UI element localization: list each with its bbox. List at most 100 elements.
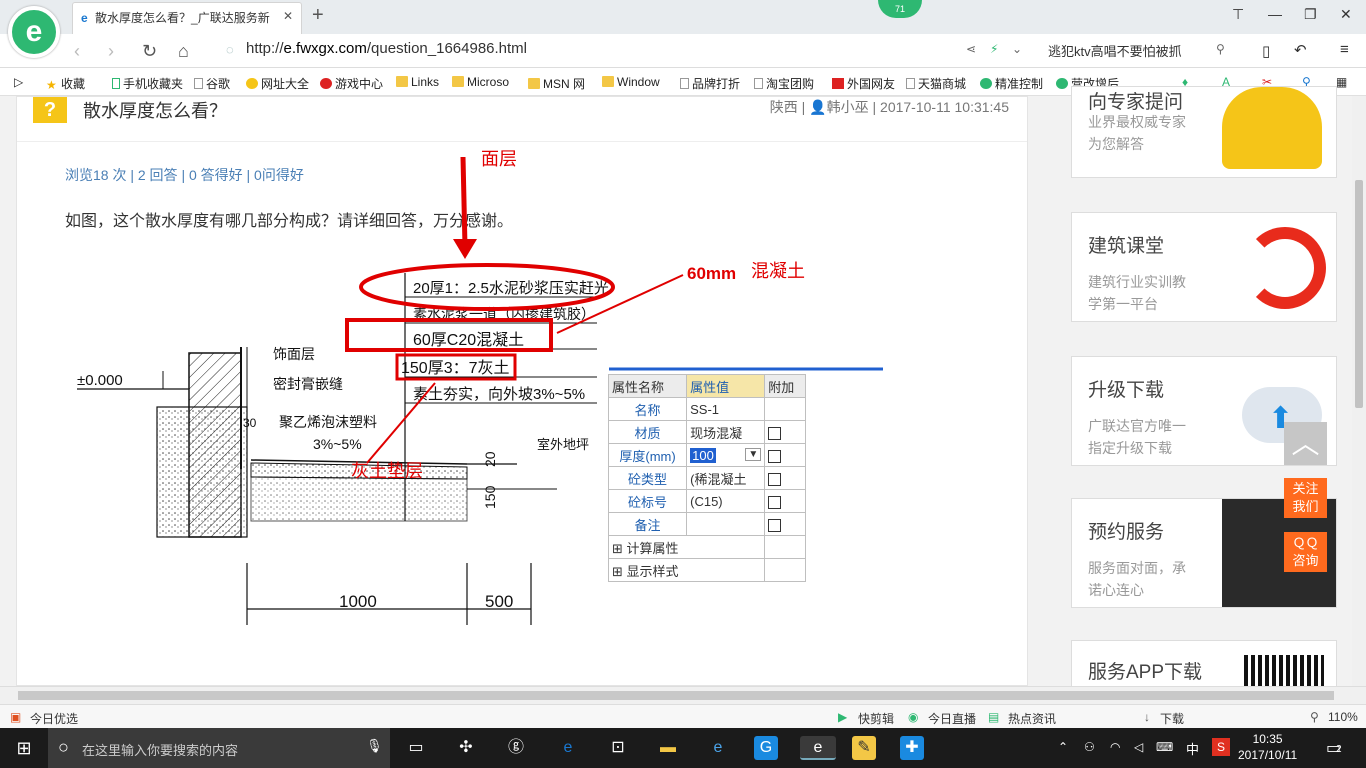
qq-consult-button[interactable]: ＱＱ 咨询 xyxy=(1284,532,1327,572)
download-link[interactable]: 下载 xyxy=(1160,710,1184,727)
checkbox[interactable] xyxy=(768,518,782,532)
quick-clip-link[interactable]: 快剪辑 xyxy=(858,710,894,727)
forward-icon[interactable]: › xyxy=(108,41,114,62)
undo-icon[interactable]: ↶ xyxy=(1294,41,1307,59)
ime-indicator[interactable]: 中 xyxy=(1186,739,1199,758)
group-row[interactable]: ⊞ 显示样式 xyxy=(607,558,806,582)
task-view-icon[interactable]: ▭ xyxy=(404,736,428,760)
lightning-icon[interactable]: ⚡ xyxy=(990,42,998,56)
ie-icon[interactable]: e xyxy=(706,736,730,760)
arrow-shaft xyxy=(366,382,436,464)
search-field[interactable]: 逃犯ktv高唱不要怕被抓 xyxy=(1048,41,1182,60)
menu-icon[interactable]: ≡ xyxy=(1340,41,1349,58)
restore-button[interactable]: ❐ xyxy=(1304,6,1317,23)
search-icon[interactable]: ⚲ xyxy=(1216,42,1225,56)
horizontal-scrollbar[interactable] xyxy=(0,686,1366,704)
value-cell[interactable]: 现场混凝 xyxy=(686,420,766,444)
notes-icon[interactable]: ✎ xyxy=(852,736,876,760)
bookmark-folder[interactable]: Microso xyxy=(452,75,509,89)
table-row[interactable]: 砼标号 (C15) xyxy=(607,489,806,513)
shirt-icon[interactable]: ⊤ xyxy=(1232,6,1244,23)
new-tab-button[interactable]: + xyxy=(312,4,324,27)
checkbox[interactable] xyxy=(768,426,782,440)
browser-tab[interactable]: e 散水厚度怎么看？_广联达服务新 ✕ xyxy=(72,2,302,34)
glodon-icon[interactable]: G xyxy=(754,736,778,760)
card-expert[interactable]: 向专家提问 业界最权威专家 为您解答 xyxy=(1071,86,1337,178)
windows-start-icon[interactable]: ⊞ xyxy=(12,736,36,760)
chevron-down-icon[interactable]: ⌄ xyxy=(1012,42,1022,56)
share-icon[interactable]: ⋖ xyxy=(966,42,976,56)
bookmark-item[interactable]: 品牌打折 xyxy=(680,75,740,92)
fan-icon[interactable]: ✣ xyxy=(454,736,478,760)
microphone-icon[interactable]: 🎙 xyxy=(366,738,383,754)
tray-chevron-icon[interactable]: ⌃ xyxy=(1058,740,1068,754)
bookmark-item[interactable]: 精准控制 xyxy=(980,75,1043,92)
today-picks-link[interactable]: 今日优选 xyxy=(30,710,78,727)
zoom-icon[interactable]: ⚲ xyxy=(1310,710,1319,724)
url-field[interactable]: ◌ http://e.fwxgx.com/question_1664986.ht… xyxy=(224,40,1034,62)
wifi-icon[interactable]: ◠ xyxy=(1110,740,1120,754)
group-row[interactable]: ⊞ 计算属性 xyxy=(607,535,806,559)
home-icon[interactable]: ⌂ xyxy=(178,41,189,62)
sidebar-toggle-icon[interactable]: ▷ xyxy=(14,75,23,89)
expand-icon[interactable]: ⊞ xyxy=(612,564,623,579)
table-row[interactable]: 名称 SS-1 xyxy=(607,397,806,421)
bookmark-folder[interactable]: Window xyxy=(602,75,660,89)
value-cell[interactable]: SS-1 xyxy=(686,397,766,421)
edge-icon[interactable]: e xyxy=(556,736,580,760)
browser-task-icon[interactable]: e xyxy=(800,736,836,760)
card-app[interactable]: 服务APP下载 xyxy=(1071,640,1337,692)
checkbox[interactable] xyxy=(768,472,782,486)
browser-logo-icon[interactable]: e xyxy=(8,6,60,58)
back-icon[interactable]: ‹ xyxy=(74,41,80,62)
table-row[interactable]: 砼类型 (稀混凝土 xyxy=(607,466,806,490)
clock[interactable]: 10:35 2017/10/11 xyxy=(1238,731,1297,763)
file-explorer-icon[interactable]: ▬ xyxy=(656,736,680,760)
scroll-thumb[interactable] xyxy=(18,691,1334,700)
expand-icon[interactable]: ⊞ xyxy=(612,541,623,556)
bookmark-item[interactable]: 天猫商城 xyxy=(906,75,966,92)
taskbar-search[interactable]: ○ 在这里输入你要搜索的内容 🎙 xyxy=(48,728,390,768)
volume-icon[interactable]: ◁ xyxy=(1134,740,1143,754)
grid-icon[interactable]: ▦ xyxy=(1336,75,1347,89)
bookmark-item[interactable]: 淘宝团购 xyxy=(754,75,814,92)
people-icon[interactable]: ⚇ xyxy=(1084,740,1095,754)
app-icon[interactable]: ⓖ xyxy=(504,736,528,760)
vertical-scrollbar[interactable] xyxy=(1352,96,1366,686)
sogou-icon[interactable]: S xyxy=(1212,738,1230,756)
close-window-button[interactable]: ✕ xyxy=(1340,6,1352,23)
score-badge[interactable]: 71 xyxy=(878,0,922,18)
checkbox[interactable] xyxy=(768,449,782,463)
value-cell[interactable]: (C15) xyxy=(686,489,766,513)
bookmark-item[interactable]: 外国网友 xyxy=(832,75,895,92)
value-cell[interactable] xyxy=(686,512,766,536)
chevron-down-icon[interactable]: ▼ xyxy=(745,447,762,461)
phone-icon[interactable]: ▯ xyxy=(1262,42,1270,60)
bookmark-item[interactable]: 手机收藏夹 xyxy=(112,75,183,92)
minimize-button[interactable]: — xyxy=(1268,6,1282,22)
bookmark-item[interactable]: ★ 收藏 xyxy=(46,75,85,92)
hot-news-link[interactable]: 热点资讯 xyxy=(1008,710,1056,727)
bookmark-folder[interactable]: Links xyxy=(396,75,439,89)
bookmark-folder[interactable]: MSN 网 xyxy=(528,75,585,92)
table-row[interactable]: 材质 现场混凝 xyxy=(607,420,806,444)
refresh-icon[interactable]: ↻ xyxy=(142,41,157,62)
bookmark-item[interactable]: 游戏中心 xyxy=(320,75,383,92)
thickness-select[interactable]: 100 ▼ xyxy=(686,443,766,467)
close-tab-icon[interactable]: ✕ xyxy=(283,9,293,23)
back-to-top-button[interactable]: ︿ xyxy=(1284,422,1327,465)
bookmark-item[interactable]: 网址大全 xyxy=(246,75,309,92)
store-icon[interactable]: ⊡ xyxy=(606,736,630,760)
checkbox[interactable] xyxy=(768,495,782,509)
table-row[interactable]: 厚度(mm) 100 ▼ xyxy=(607,443,806,467)
zoom-level[interactable]: 110% xyxy=(1328,710,1358,724)
value-cell[interactable]: (稀混凝土 xyxy=(686,466,766,490)
keyboard-icon[interactable]: ⌨ xyxy=(1156,740,1173,754)
scroll-thumb[interactable] xyxy=(1355,180,1363,408)
follow-us-button[interactable]: 关注 我们 xyxy=(1284,478,1327,518)
table-row[interactable]: 备注 xyxy=(607,512,806,536)
bookmark-item[interactable]: 谷歌 xyxy=(194,75,230,92)
tool-icon[interactable]: ✚ xyxy=(900,736,924,760)
live-link[interactable]: 今日直播 xyxy=(928,710,976,727)
card-classroom[interactable]: 建筑课堂 建筑行业实训教 学第一平台 xyxy=(1071,212,1337,322)
